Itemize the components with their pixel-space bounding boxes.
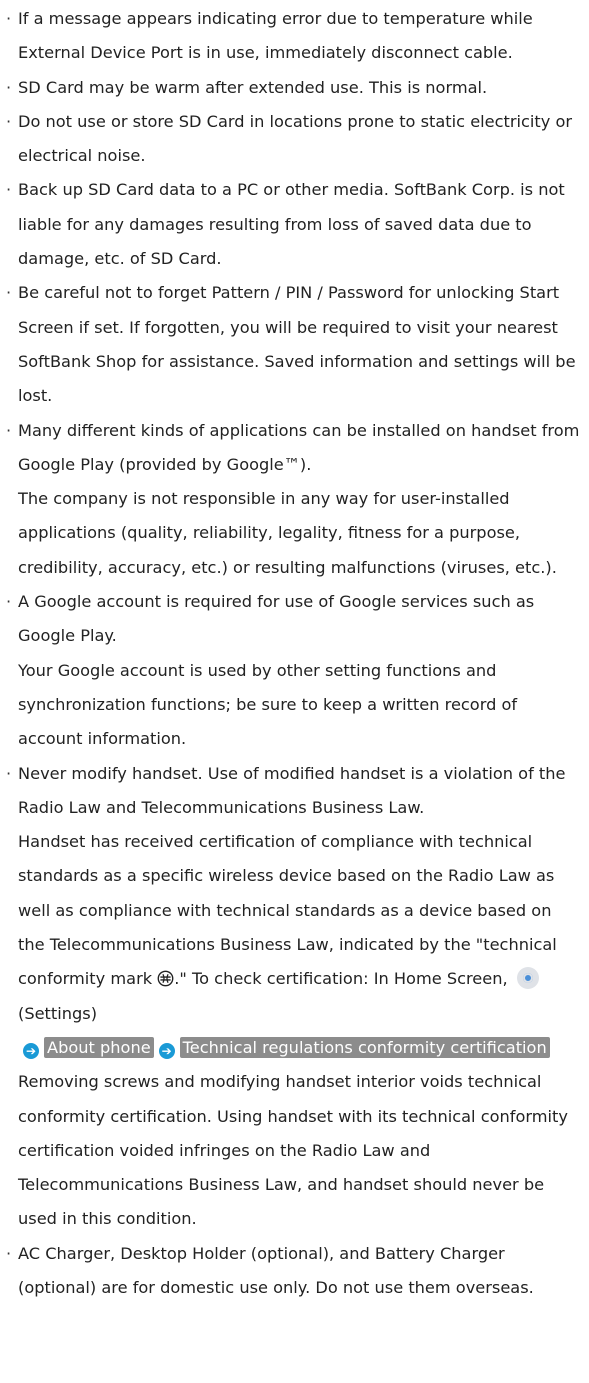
bullet: · (6, 1243, 12, 1263)
arrow-right-icon: ➔ (158, 1042, 175, 1059)
paragraph: Do not use or store SD Card in locations… (18, 111, 573, 166)
arrow-right-icon: ➔ (23, 1042, 39, 1059)
paragraph: Back up SD Card data to a PC or other me… (18, 180, 565, 269)
settings-label: (Settings) (18, 1003, 98, 1023)
paragraph: Be careful not to forget Pattern / PIN /… (18, 283, 576, 406)
list-item-modification: · Never modify handset. Use of modified … (0, 757, 589, 1237)
technical-certification-chip: Technical regulations conformity certifi… (179, 1036, 550, 1058)
paragraph: AC Charger, Desktop Holder (optional), a… (18, 1243, 534, 1297)
paragraph: The company is not responsible in any wa… (18, 489, 557, 577)
list-item: · AC Charger, Desktop Holder (optional),… (0, 1237, 589, 1306)
about-phone-chip: About phone (44, 1036, 154, 1058)
bullet: · (6, 77, 12, 97)
list-item: · Many different kinds of applications c… (0, 414, 589, 585)
bullet: · (6, 283, 12, 303)
list-item: · A Google account is required for use o… (0, 585, 589, 756)
paragraph: Never modify handset. Use of modified ha… (18, 763, 566, 817)
bullet: · (6, 592, 12, 612)
bullet: · (6, 763, 12, 783)
bullet: · (6, 111, 12, 131)
list-item: · Do not use or store SD Card in locatio… (0, 105, 589, 174)
list-item: · Back up SD Card data to a PC or other … (0, 173, 589, 276)
list-item: · If a message appears indicating error … (0, 2, 589, 71)
paragraph: Many different kinds of applications can… (18, 420, 580, 474)
paragraph: SD Card may be warm after extended use. … (18, 77, 488, 97)
paragraph: If a message appears indicating error du… (18, 9, 533, 63)
text: ." To check certification: In Home Scree… (174, 969, 513, 989)
technical-conformity-mark-icon (157, 970, 174, 987)
list-item: · SD Card may be warm after extended use… (0, 71, 589, 105)
paragraph: A Google account is required for use of … (18, 592, 535, 646)
bullet: · (6, 420, 12, 440)
settings-icon (516, 967, 539, 990)
list-item: · Be careful not to forget Pattern / PIN… (0, 276, 589, 413)
notes-document: · If a message appears indicating error … (0, 0, 589, 1305)
bullet: · (6, 9, 12, 28)
paragraph-certification: Handset has received certification of co… (18, 825, 583, 1065)
paragraph: Removing screws and modifying handset in… (18, 1072, 568, 1229)
bullet: · (6, 180, 12, 200)
paragraph: Your Google account is used by other set… (18, 660, 518, 749)
text: Handset has received certification of co… (18, 832, 557, 989)
